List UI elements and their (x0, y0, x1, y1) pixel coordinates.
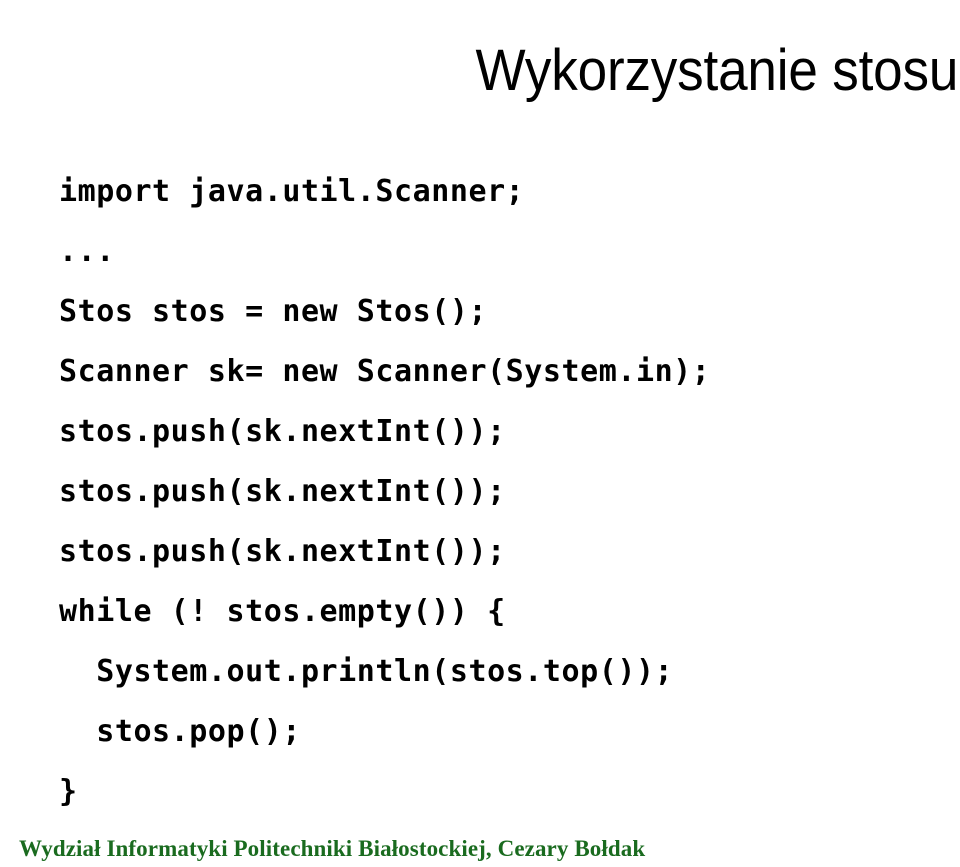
code-line: ... (59, 234, 115, 269)
code-line: import java.util.Scanner; (59, 174, 525, 209)
code-line: Stos stos = new Stos(); (59, 294, 488, 329)
code-line: stos.push(sk.nextInt()); (59, 414, 506, 449)
code-line: System.out.println(stos.top()); (59, 654, 674, 689)
code-line: stos.pop(); (59, 714, 301, 749)
code-line: stos.push(sk.nextInt()); (59, 534, 506, 569)
page-title: Wykorzystanie stosu (475, 37, 959, 103)
code-line: Scanner sk= new Scanner(System.in); (59, 354, 711, 389)
code-line: } (59, 774, 78, 809)
code-line: while (! stos.empty()) { (59, 594, 506, 629)
slide-footer: Wydział Informatyki Politechniki Białost… (19, 836, 646, 861)
slide-canvas: Wykorzystanie stosu import java.util.Sca… (0, 0, 960, 867)
code-listing: import java.util.Scanner;... Stos stos = … (59, 162, 959, 822)
code-line: stos.push(sk.nextInt()); (59, 474, 506, 509)
